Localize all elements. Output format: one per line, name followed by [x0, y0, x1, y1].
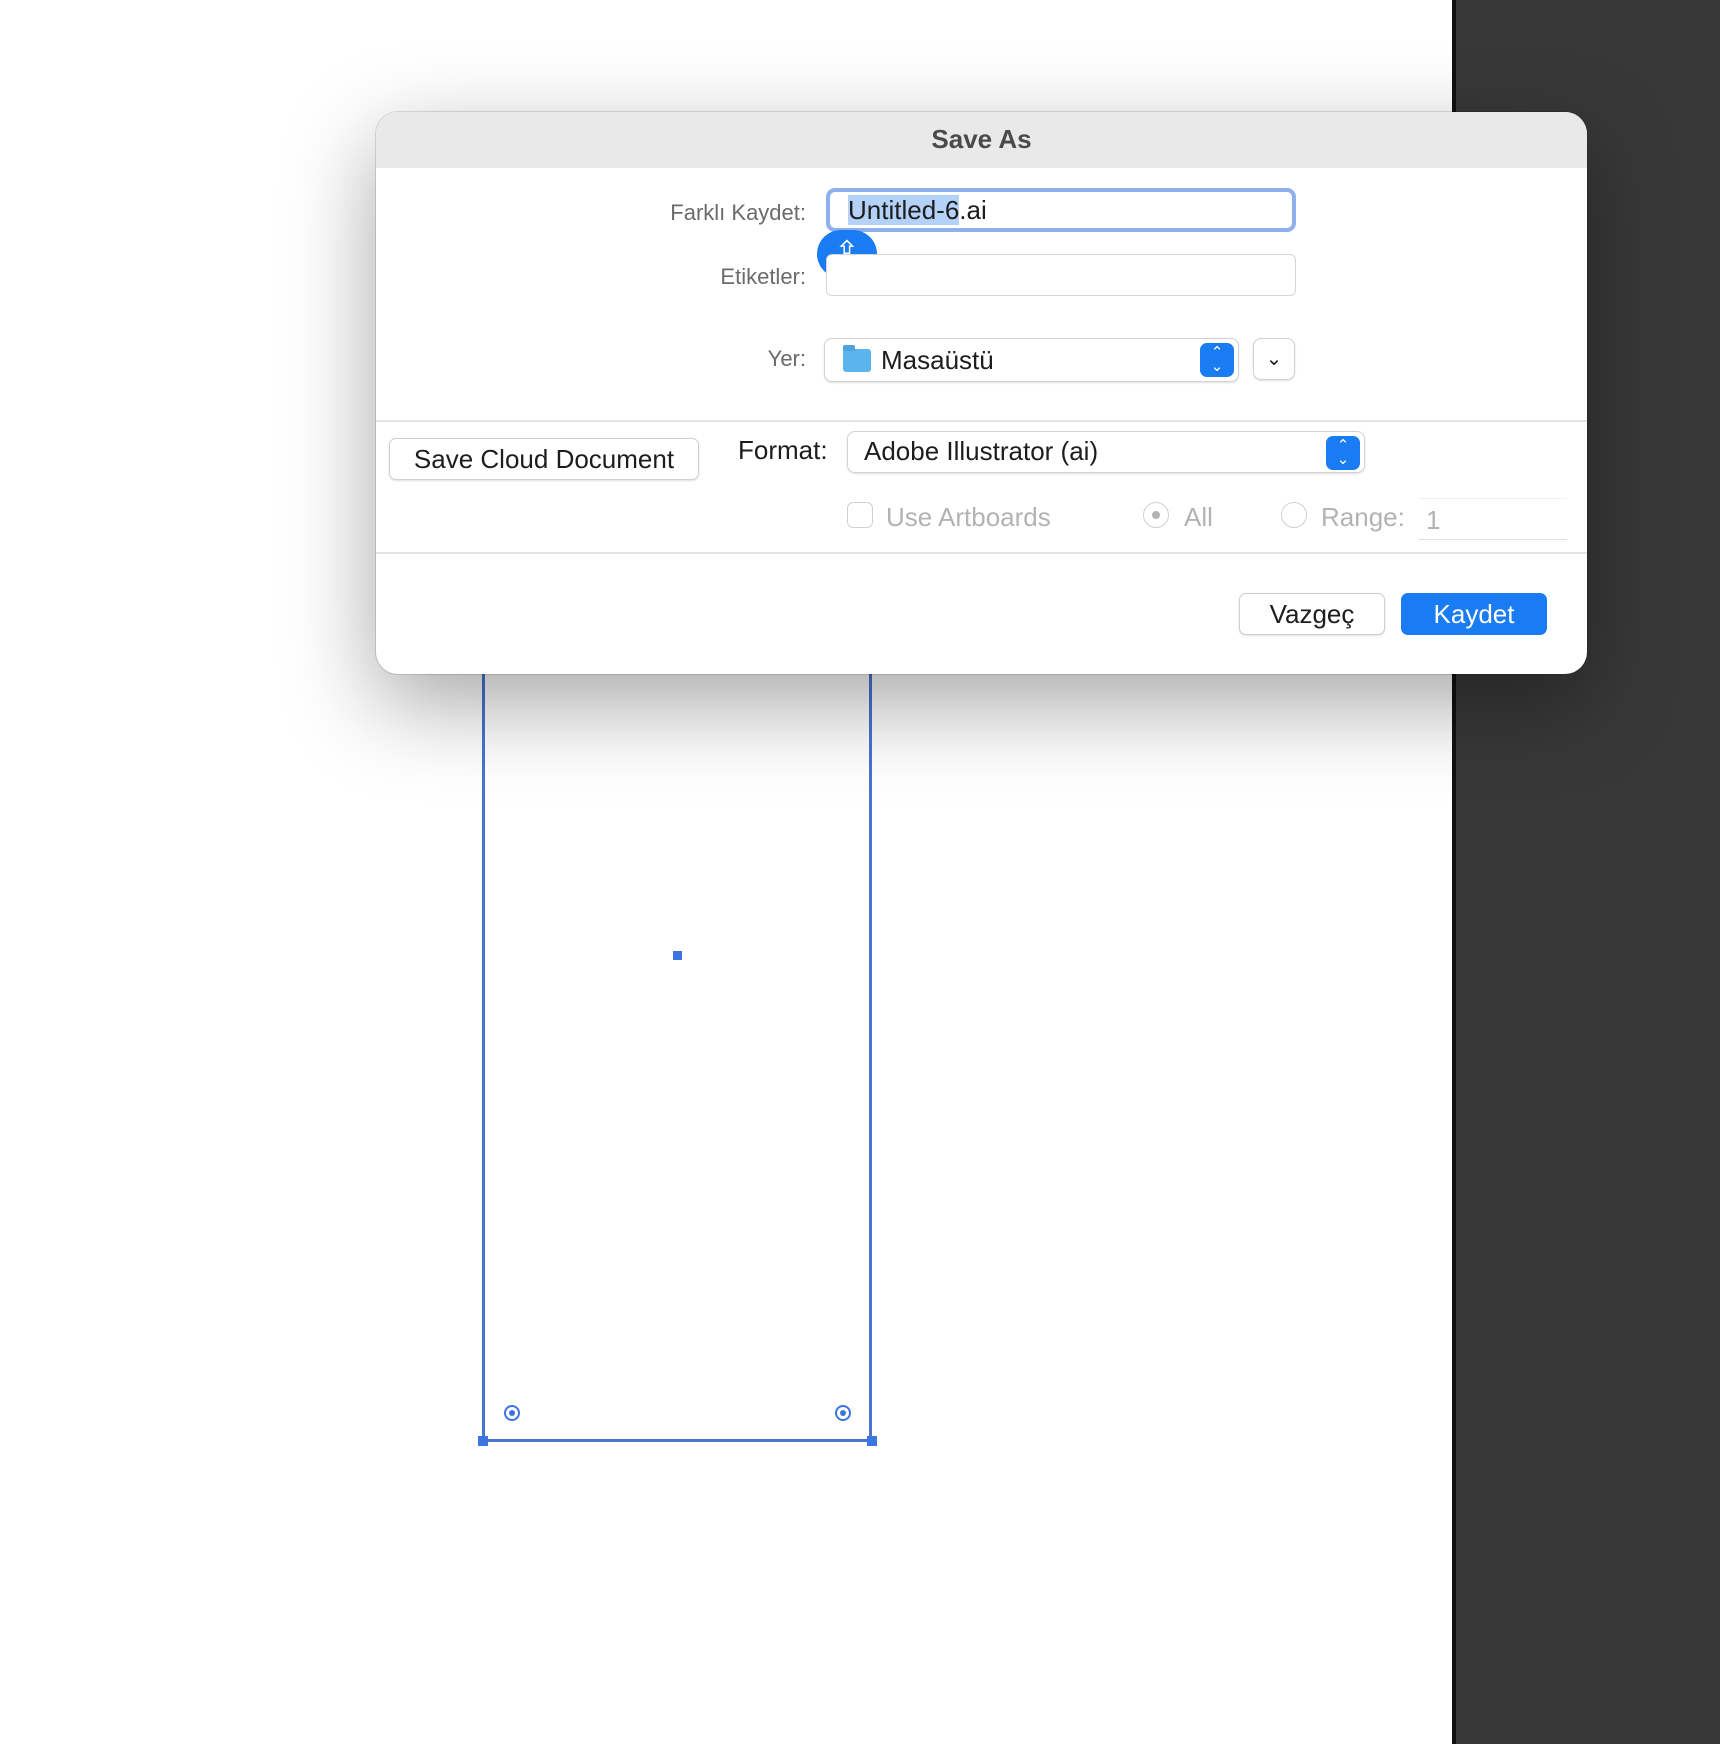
up-down-stepper-icon: ⌃ ⌄ [1326, 436, 1360, 470]
up-down-stepper-icon: ⌃ ⌄ [1200, 343, 1234, 377]
format-label: Format: [738, 435, 828, 465]
divider-top [376, 420, 1587, 422]
folder-icon [843, 345, 871, 372]
expand-browser-button[interactable]: ⌄ [1253, 338, 1295, 380]
save-as-dialog: Save As Farklı Kaydet: Untitled-6.ai ⇪ E… [376, 112, 1587, 674]
all-label: All [1184, 502, 1213, 532]
corner-handle-bottom-left[interactable] [478, 1436, 488, 1446]
place-value: Masaüstü [881, 345, 994, 375]
format-value: Adobe Illustrator (ai) [864, 436, 1099, 466]
cancel-button[interactable]: Vazgeç [1239, 593, 1385, 635]
format-popup[interactable]: Adobe Illustrator (ai) ⌃ ⌄ [847, 431, 1365, 473]
artboard-frame[interactable] [482, 640, 872, 1442]
divider-bottom [376, 552, 1587, 554]
save-as-label: Farklı Kaydet: [670, 200, 806, 225]
corner-widget-right[interactable] [835, 1405, 851, 1421]
place-popup[interactable]: Masaüstü ⌃ ⌄ [824, 338, 1239, 382]
filename-extension: .ai [959, 195, 987, 225]
corner-handle-bottom-right[interactable] [867, 1436, 877, 1446]
use-artboards-label: Use Artboards [886, 502, 1051, 532]
center-point-handle[interactable] [673, 951, 682, 960]
save-button[interactable]: Kaydet [1401, 593, 1547, 635]
place-label: Yer: [767, 346, 806, 371]
use-artboards-checkbox[interactable] [847, 502, 873, 528]
range-radio[interactable] [1281, 502, 1307, 528]
dialog-title: Save As [376, 112, 1587, 168]
chevron-down-icon: ⌄ [1265, 348, 1283, 370]
corner-widget-left[interactable] [504, 1405, 520, 1421]
range-input[interactable]: 1 [1419, 498, 1567, 540]
save-cloud-document-button[interactable]: Save Cloud Document [389, 438, 699, 480]
tags-input[interactable] [826, 254, 1296, 296]
filename-selected-text: Untitled-6 [848, 195, 960, 225]
range-label: Range: [1321, 502, 1405, 532]
filename-input[interactable]: Untitled-6.ai [826, 188, 1296, 232]
tags-label: Etiketler: [720, 264, 806, 289]
all-radio[interactable] [1143, 502, 1169, 528]
